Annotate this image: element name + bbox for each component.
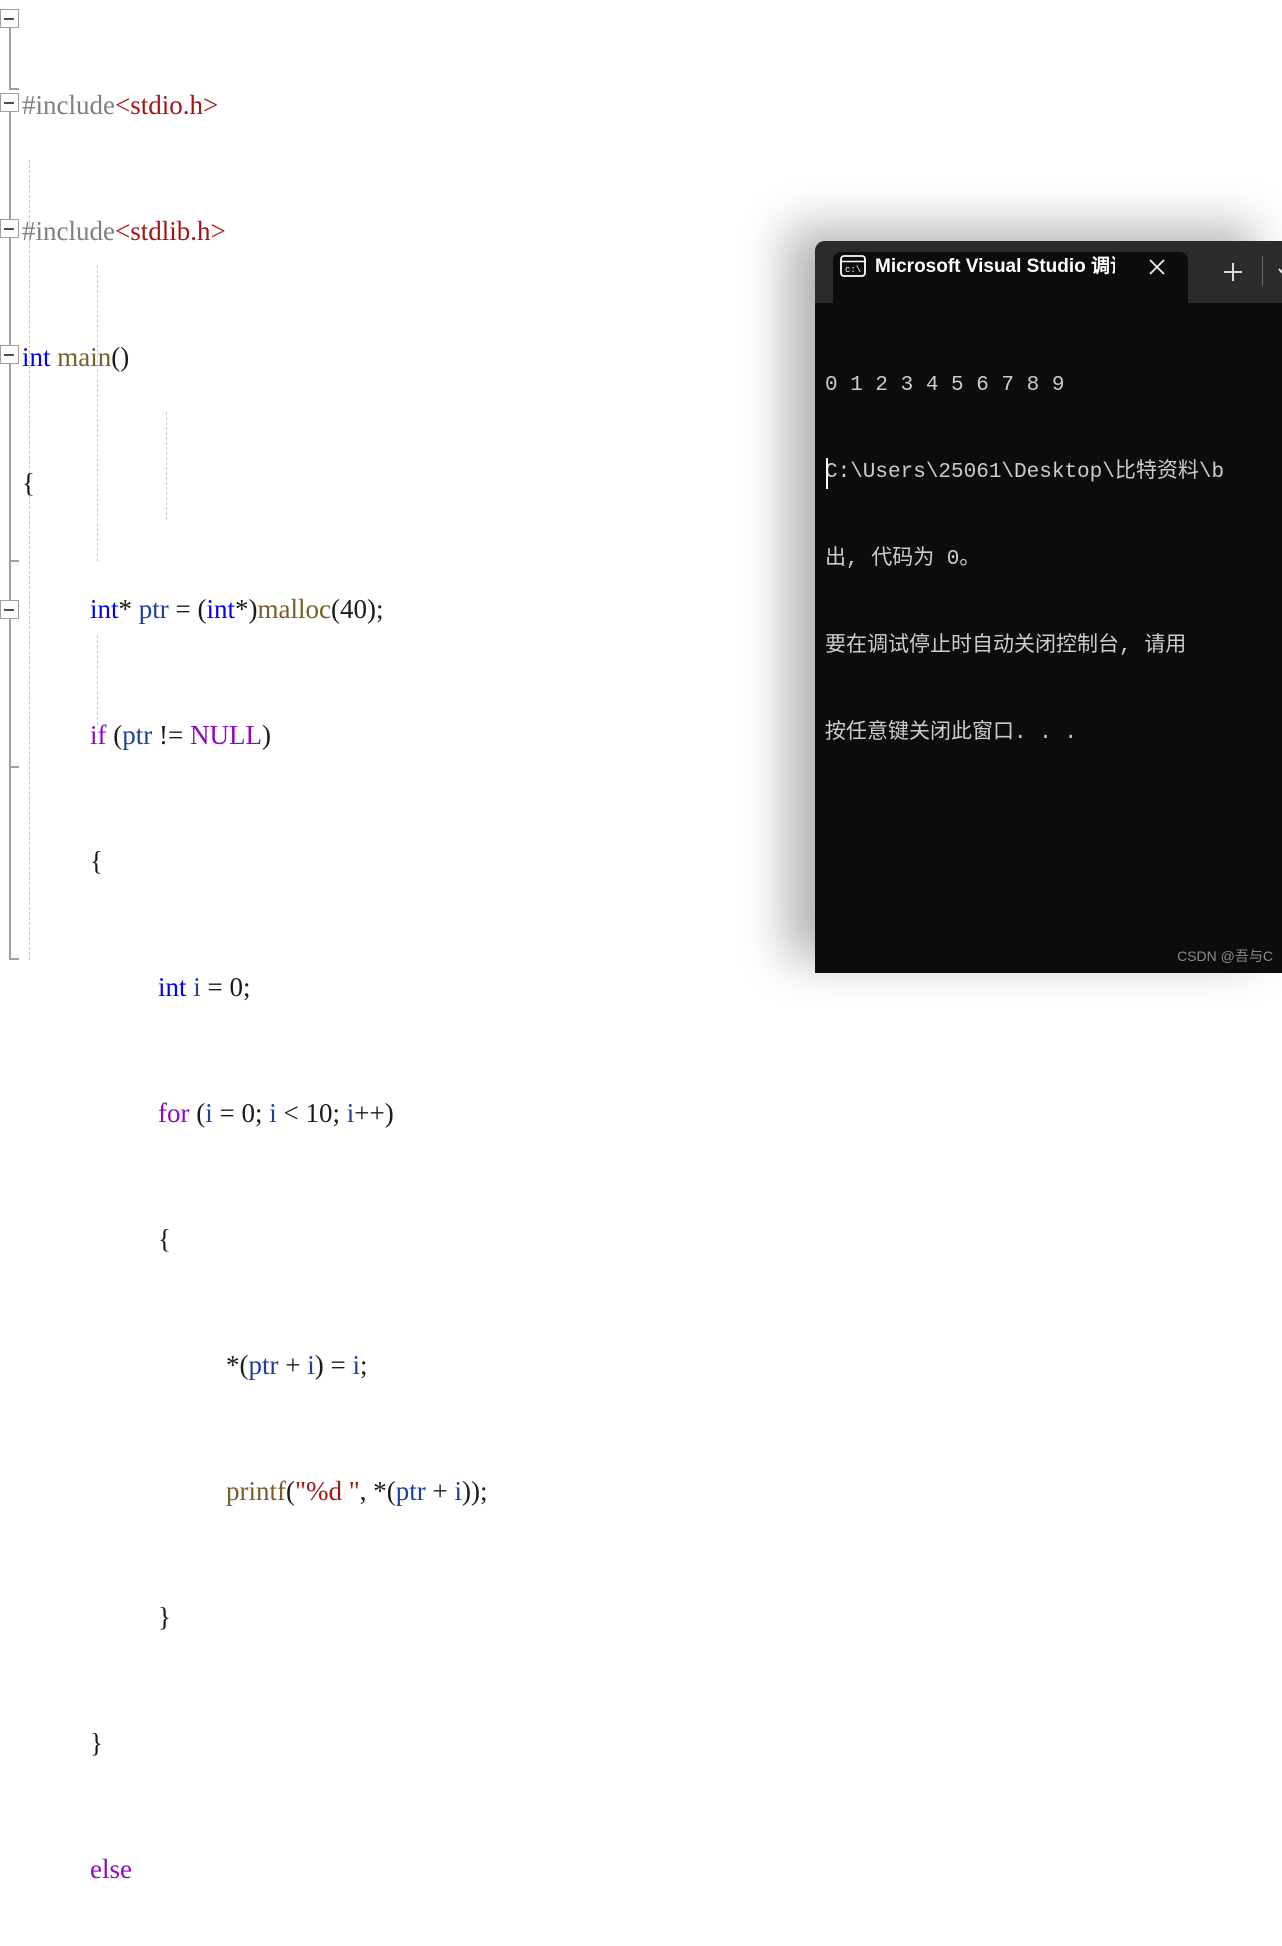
terminal-window[interactable]: c:\ Microsoft Visual Studio 调试挖 0 1 2 3 <box>815 241 1282 973</box>
code-line-12[interactable]: printf("%d ", *(ptr + i)); <box>0 1470 780 1512</box>
code-line-2[interactable]: #include<stdlib.h> <box>0 210 780 252</box>
code-line-6[interactable]: if (ptr != NULL) <box>0 714 780 756</box>
console-cmd-icon: c:\ <box>840 255 866 277</box>
terminal-line: 出, 代码为 0。 <box>825 548 981 571</box>
terminal-tab-bar[interactable]: c:\ Microsoft Visual Studio 调试挖 <box>815 241 1282 303</box>
code-line-10[interactable]: { <box>0 1218 780 1260</box>
code-line-11[interactable]: *(ptr + i) = i; <box>0 1344 780 1386</box>
code-text[interactable]: #include<stdio.h> #include<stdlib.h> int… <box>0 0 780 1946</box>
terminal-output-text: 0 1 2 3 4 5 6 7 8 9 C:\Users\25061\Deskt… <box>825 313 1282 806</box>
toolbar-separator <box>1262 256 1263 286</box>
close-icon[interactable] <box>1145 255 1169 279</box>
code-line-9[interactable]: for (i = 0; i < 10; i++) <box>0 1092 780 1134</box>
code-line-5[interactable]: int* ptr = (int*)malloc(40); <box>0 588 780 630</box>
code-line-14[interactable]: } <box>0 1722 780 1764</box>
code-line-13[interactable]: } <box>0 1596 780 1638</box>
code-line-7[interactable]: { <box>0 840 780 882</box>
csdn-watermark: CSDN @吾与C <box>1177 948 1273 964</box>
new-tab-icon[interactable] <box>1220 259 1246 285</box>
svg-text:c:\: c:\ <box>845 265 861 275</box>
terminal-output-area[interactable]: 0 1 2 3 4 5 6 7 8 9 C:\Users\25061\Deskt… <box>815 303 1282 973</box>
terminal-line: 要在调试停止时自动关闭控制台, 请用 <box>825 635 1187 658</box>
code-line-15[interactable]: else <box>0 1848 780 1890</box>
terminal-tab-title: Microsoft Visual Studio 调试挖 <box>875 256 1115 277</box>
terminal-line: 按任意键关闭此窗口. . . <box>825 722 1078 745</box>
code-line-3[interactable]: int main() <box>0 336 780 378</box>
chevron-down-icon[interactable] <box>1273 261 1282 283</box>
terminal-line: 0 1 2 3 4 5 6 7 8 9 <box>825 374 1065 397</box>
code-line-1[interactable]: #include<stdio.h> <box>0 84 780 126</box>
code-line-8[interactable]: int i = 0; <box>0 966 780 1008</box>
code-line-4[interactable]: { <box>0 462 780 504</box>
terminal-cursor <box>826 458 828 489</box>
terminal-line: C:\Users\25061\Desktop\比特资料\b <box>825 461 1225 484</box>
